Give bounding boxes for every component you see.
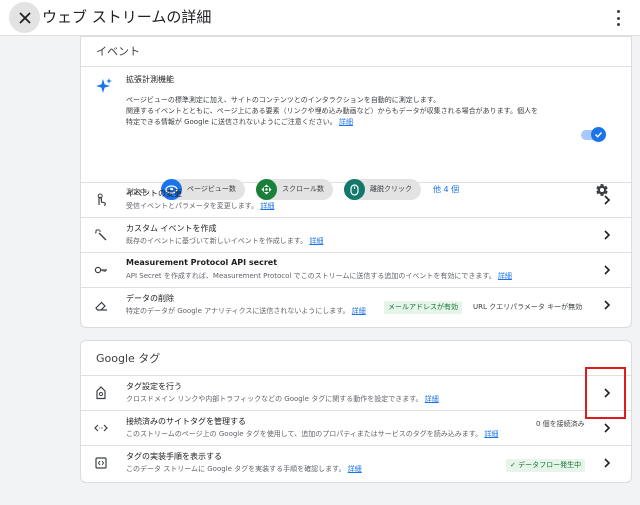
- enhanced-measurement-toggle[interactable]: [581, 127, 606, 142]
- enhanced-measurement-title: 拡張計測機能: [126, 75, 174, 84]
- row-configure-tag-settings[interactable]: タグ設定を行う クロスドメイン リンクや内部トラフィックなどの Google タ…: [81, 376, 631, 411]
- row-description-text: 既存のイベントに基づいて新しいイベントを作成します。: [126, 237, 308, 245]
- row-description-text: クロスドメイン リンクや内部トラフィックなどの Google タグに関する動作を…: [126, 395, 423, 403]
- email-enabled-badge: メールアドレスが有効: [384, 301, 462, 314]
- desc-line-3: 特定できる情報が Google に送信されないようにご注意ください。 詳細: [126, 117, 596, 128]
- code-icon: [94, 424, 108, 432]
- row-title: カスタム イベントを作成: [126, 224, 217, 233]
- enhanced-measurement-description: ページビューの標準測定に加え、サイトのコンテンツとのインタラクションを自動的に測…: [126, 95, 596, 128]
- desc-line-1: ページビューの標準測定に加え、サイトのコンテンツとのインタラクションを自動的に測…: [126, 96, 441, 104]
- row-create-custom-event[interactable]: カスタム イベントを作成 既存のイベントに基づいて新しいイベントを作成します。 …: [81, 218, 631, 253]
- more-vert-icon[interactable]: [614, 10, 622, 26]
- desc-line-2: 関連するイベントとともに、ページ上にある要素（リンクや埋め込み動画など）からもデ…: [126, 107, 538, 115]
- row-description: API Secret を作成すれば、Measurement Protocol で…: [126, 271, 512, 281]
- row-view-tag-instructions[interactable]: タグの実装手順を表示する このデータ ストリームに Google タグを実装する…: [81, 446, 631, 481]
- row-description: 特定のデータが Google アナリティクスに送信されないようにします。 詳細: [126, 306, 366, 316]
- learn-more-link[interactable]: 詳細: [498, 272, 512, 280]
- url-query-status: URL クエリパラメータ キーが無効: [473, 303, 583, 311]
- learn-more-link[interactable]: 詳細: [309, 237, 323, 245]
- row-modify-events[interactable]: イベントの変更 受信イベントとパラメータを変更します。 詳細: [81, 183, 631, 218]
- data-flowing-label: データフロー発生中: [518, 461, 582, 469]
- google-tag-card: Google タグ タグ設定を行う クロスドメイン リンクや内部トラフィックなど…: [80, 340, 632, 483]
- row-description-text: このストリームのページ上の Google タグを使用して、追加のプロパティまたは…: [126, 430, 483, 438]
- row-description: クロスドメイン リンクや内部トラフィックなどの Google タグに関する動作を…: [126, 394, 439, 404]
- row-title: タグ設定を行う: [126, 382, 182, 391]
- row-description: このデータ ストリームに Google タグを実装する手順を確認します。 詳細: [126, 464, 362, 474]
- learn-more-link[interactable]: 詳細: [348, 465, 362, 473]
- data-flowing-badge: ✓ データフロー発生中: [506, 459, 586, 472]
- tag-code-icon: [95, 457, 107, 469]
- events-card: イベント 拡張計測機能 ページビューの標準測定に加え、サイトのコンテンツとのイン…: [80, 36, 632, 328]
- row-title: Measurement Protocol API secret: [126, 258, 278, 267]
- row-measurement-protocol[interactable]: Measurement Protocol API secret API Secr…: [81, 253, 631, 288]
- chevron-right-icon: [604, 423, 611, 433]
- chevron-right-icon: [604, 230, 611, 240]
- learn-more-link[interactable]: 詳細: [339, 118, 353, 126]
- row-data-redaction[interactable]: データの削除 特定のデータが Google アナリティクスに送信されないようにし…: [81, 288, 631, 323]
- learn-more-link[interactable]: 詳細: [484, 430, 498, 438]
- row-description-text: このデータ ストリームに Google タグを実装する手順を確認します。: [126, 465, 346, 473]
- row-description-text: API Secret を作成すれば、Measurement Protocol で…: [126, 272, 496, 280]
- toggle-knob: [591, 127, 606, 142]
- row-description: 受信イベントとパラメータを変更します。 詳細: [126, 201, 274, 211]
- connected-count: 0 個を接続済み: [536, 420, 585, 428]
- close-icon: [18, 11, 31, 24]
- touch-icon: [97, 193, 106, 207]
- tag-icon: [96, 386, 106, 400]
- highlight-box: [585, 367, 626, 419]
- events-card-title: イベント: [81, 37, 631, 67]
- desc-line-3-text: 特定できる情報が Google に送信されないようにご注意ください。: [126, 118, 337, 126]
- row-manage-connected-site-tags[interactable]: 接続済みのサイトタグを管理する このストリームのページ上の Google タグを…: [81, 411, 631, 446]
- row-description-text: 特定のデータが Google アナリティクスに送信されないようにします。: [126, 307, 350, 315]
- chevron-right-icon: [604, 300, 611, 310]
- chevron-right-icon: [604, 458, 611, 468]
- close-button[interactable]: [9, 2, 40, 33]
- eraser-icon: [95, 301, 107, 311]
- learn-more-link[interactable]: 詳細: [352, 307, 366, 315]
- row-title: データの削除: [126, 294, 174, 303]
- row-description: このストリームのページ上の Google タグを使用して、追加のプロパティまたは…: [126, 429, 498, 439]
- row-title: 接続済みのサイトタグを管理する: [126, 417, 246, 426]
- enhanced-measurement-section: 拡張計測機能 ページビューの標準測定に加え、サイトのコンテンツとのインタラクショ…: [81, 67, 631, 200]
- sparkle-icon: [96, 78, 112, 93]
- chevron-right-icon: [604, 195, 611, 205]
- learn-more-link[interactable]: 詳細: [260, 202, 274, 210]
- top-bar: ウェブ ストリームの詳細: [0, 0, 640, 36]
- row-title: イベントの変更: [126, 189, 182, 198]
- chevron-right-icon: [604, 265, 611, 275]
- magic-wand-icon: [94, 228, 107, 241]
- row-title: タグの実装手順を表示する: [126, 452, 222, 461]
- key-icon: [94, 266, 107, 274]
- row-description: 既存のイベントに基づいて新しいイベントを作成します。 詳細: [126, 236, 323, 246]
- learn-more-link[interactable]: 詳細: [425, 395, 439, 403]
- check-icon: [595, 132, 603, 138]
- row-description-text: 受信イベントとパラメータを変更します。: [126, 202, 259, 210]
- google-tag-card-title: Google タグ: [81, 341, 631, 376]
- page-title: ウェブ ストリームの詳細: [42, 8, 212, 26]
